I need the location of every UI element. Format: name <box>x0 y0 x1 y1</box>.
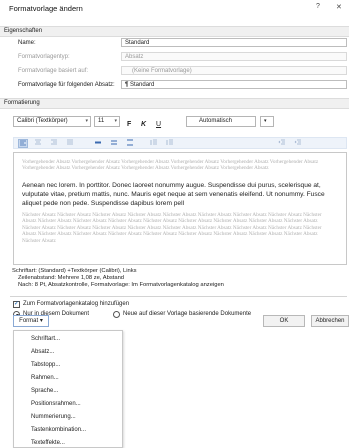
menu-item-shortcut-key[interactable]: Tastenkombination... <box>31 427 86 433</box>
cancel-button[interactable]: Abbrechen <box>311 315 349 327</box>
description-line-after: Nach: 8 Pt, Absatzkontrolle, Formatvorla… <box>18 282 224 288</box>
line-spacing-1-5-icon[interactable] <box>110 139 120 148</box>
font-color-value: Automatisch <box>199 118 233 124</box>
align-center-icon[interactable] <box>34 139 44 148</box>
help-button[interactable]: ? <box>316 3 320 10</box>
description-line-font: Schriftart: (Standard) +Textkörper (Cali… <box>12 268 137 274</box>
menu-item-frame[interactable]: Positionsrahmen... <box>31 401 81 407</box>
next-style-select[interactable]: ¶ Standard <box>121 80 347 89</box>
ok-button[interactable]: OK <box>263 315 305 327</box>
name-label: Name: <box>18 40 36 46</box>
line-spacing-double-icon[interactable] <box>126 139 136 148</box>
paragraph-icon: ¶ <box>125 82 129 88</box>
menu-item-border[interactable]: Rahmen... <box>31 375 59 381</box>
next-style-label: Formatvorlage für folgenden Absatz: <box>18 82 115 88</box>
new-documents-label: Neue auf dieser Vorlage basierende Dokum… <box>123 311 252 317</box>
properties-section-header: Eigenschaften <box>0 26 349 37</box>
menu-item-numbering[interactable]: Nummerierung... <box>31 414 76 420</box>
name-input[interactable]: Standard <box>121 38 347 47</box>
preview-next-paragraph: Nächster Absatz Nächster Absatz Nächster… <box>22 212 322 244</box>
font-color-select[interactable]: Automatisch <box>186 116 256 127</box>
menu-item-language[interactable]: Sprache... <box>31 388 58 394</box>
menu-item-text-effects[interactable]: Texteffekte... <box>31 440 65 446</box>
format-button[interactable]: Format ▾ <box>13 315 49 327</box>
font-color-dropdown[interactable]: ▾ <box>260 116 274 127</box>
preview-previous-paragraph: Vorhergehender Absatz Vorhergehender Abs… <box>22 159 319 172</box>
line-spacing-single-icon[interactable] <box>94 139 104 148</box>
size-value: 11 <box>98 118 105 124</box>
description-line-spacing: Zeilenabstand: Mehrere 1,08 ze, Abstand <box>18 275 125 281</box>
based-on-select[interactable]: (Keine Formatvorlage) <box>121 66 347 75</box>
chevron-down-icon: ▾ <box>114 118 117 124</box>
menu-item-font[interactable]: Schriftart... <box>31 336 60 342</box>
decrease-indent-icon[interactable] <box>278 139 288 148</box>
dialog-title: Formatvorlage ändern <box>9 4 83 13</box>
font-value: Calibri (Textkörper) <box>17 118 68 124</box>
italic-button[interactable]: K <box>141 121 146 128</box>
align-left-icon[interactable] <box>18 139 28 148</box>
add-to-gallery-label: Zum Formatvorlagenkatalog hinzufügen <box>23 301 130 307</box>
chevron-down-icon: ▾ <box>85 118 88 124</box>
menu-item-paragraph[interactable]: Absatz... <box>31 349 54 355</box>
new-documents-radio[interactable] <box>113 311 120 318</box>
properties-heading: Eigenschaften <box>4 28 43 34</box>
style-type-select[interactable]: Absatz <box>121 52 347 61</box>
format-menu: Schriftart... Absatz... Tabstopp... Rahm… <box>13 330 123 448</box>
close-button[interactable]: ✕ <box>336 3 342 11</box>
menu-item-tabs[interactable]: Tabstopp... <box>31 362 60 368</box>
underline-button[interactable]: U <box>156 121 161 128</box>
formatting-section-header: Formatierung <box>0 98 349 109</box>
preview-pane: Vorhergehender Absatz Vorhergehender Abs… <box>13 152 347 265</box>
increase-indent-icon[interactable] <box>294 139 304 148</box>
space-after-icon[interactable] <box>166 139 176 148</box>
next-style-value: Standard <box>130 82 155 88</box>
add-to-gallery-checkbox[interactable]: ✓ <box>13 301 20 308</box>
paragraph-toolbar <box>13 137 347 149</box>
space-before-icon[interactable] <box>150 139 160 148</box>
formatting-heading: Formatierung <box>4 100 40 106</box>
style-description: Schriftart: (Standard) +Textkörper (Cali… <box>12 268 224 289</box>
style-type-label: Formatvorlagentyp: <box>18 54 70 60</box>
font-select[interactable]: Calibri (Textkörper) ▾ <box>13 116 91 127</box>
bold-button[interactable]: F <box>127 121 131 128</box>
justify-icon[interactable] <box>66 139 76 148</box>
chevron-down-icon: ▾ <box>264 118 267 124</box>
align-right-icon[interactable] <box>50 139 60 148</box>
size-select[interactable]: 11 ▾ <box>94 116 120 127</box>
divider <box>10 296 347 297</box>
based-on-label: Formatvorlage basiert auf: <box>18 68 89 74</box>
preview-sample-text: Aenean nec lorem. In porttitor. Donec la… <box>22 182 325 207</box>
